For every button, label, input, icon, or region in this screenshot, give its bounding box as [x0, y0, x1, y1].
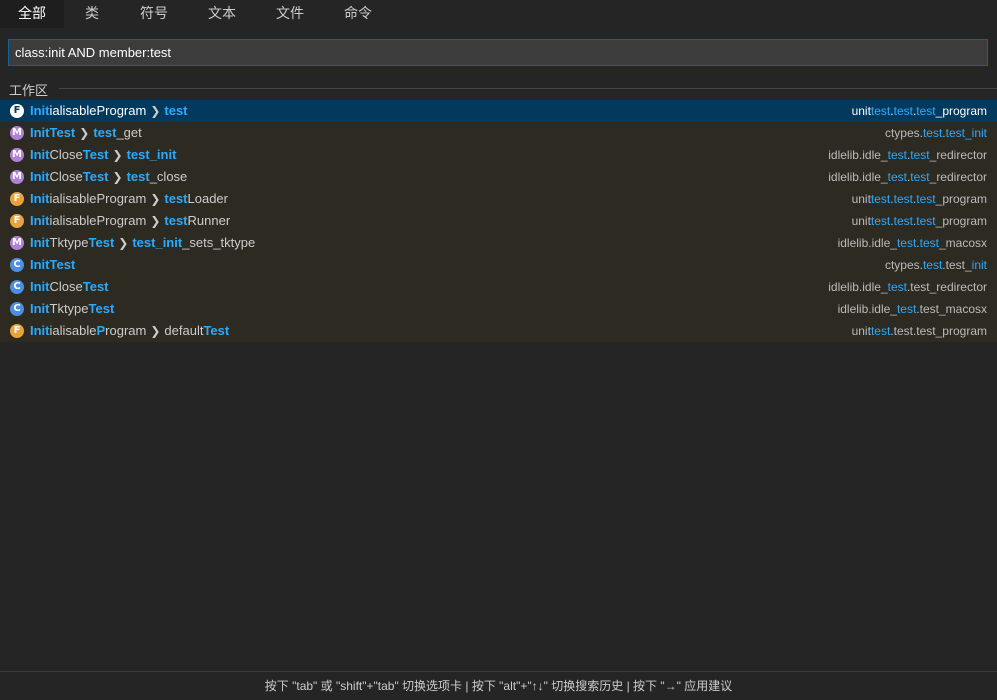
result-row[interactable]: C InitCloseTest idlelib.idle_test.test_red… [0, 276, 997, 298]
result-label: InitTktypeTest ❯ test_init_sets_tktype [30, 235, 256, 250]
function-icon: F [10, 214, 24, 228]
result-module-path: idlelib.idle_test.test_redirector [828, 280, 987, 294]
group-divider [59, 88, 997, 89]
search-input[interactable] [9, 40, 987, 65]
chevron-right-icon: ❯ [79, 126, 90, 140]
result-label: InitialisableProgram ❯ defaultTest [30, 323, 230, 338]
result-label: InitCloseTest [30, 279, 109, 294]
result-row[interactable]: F InitialisableProgram ❯ testLoader unittest… [0, 188, 997, 210]
tab-bar: 全部 类 符号 文本 文件 命令 [0, 0, 997, 28]
chevron-right-icon: ❯ [150, 104, 161, 118]
function-icon: F [10, 324, 24, 338]
result-label: InitCloseTest ❯ test_close [30, 169, 188, 184]
result-label: InitialisableProgram ❯ test [30, 103, 188, 118]
method-icon: M [10, 126, 24, 140]
group-label: 工作区 [9, 80, 57, 99]
results-list: F InitialisableProgram ❯ test unittest.test.… [0, 100, 997, 342]
result-module-path: ctypes.test.test_init [884, 258, 987, 272]
class-icon: C [10, 258, 24, 272]
footer-hint: 按下 "tab" 或 "shift"+"tab" 切换选项卡 | 按下 "alt… [0, 671, 997, 697]
result-row[interactable]: M InitCloseTest ❯ test_init idlelib.idle_tes… [0, 144, 997, 166]
result-row[interactable]: M InitTktypeTest ❯ test_init_sets_tktype idl… [0, 232, 997, 254]
class-icon: C [10, 302, 24, 316]
function-icon: F [10, 192, 24, 206]
result-label: InitialisableProgram ❯ testRunner [30, 213, 231, 228]
result-module-path: idlelib.idle_test.test_macosx [837, 302, 987, 316]
result-module-path: idlelib.idle_test.test_macosx [837, 236, 987, 250]
chevron-right-icon: ❯ [150, 324, 161, 338]
result-row[interactable]: F InitialisableProgram ❯ testRunner unittest… [0, 210, 997, 232]
group-header: 工作区 [9, 80, 997, 99]
tab-symbols[interactable]: 符号 [120, 0, 188, 28]
result-row[interactable]: M InitTest ❯ test_get ctypes.test.test_init [0, 122, 997, 144]
method-icon: M [10, 236, 24, 250]
result-module-path: idlelib.idle_test.test_redirector [828, 148, 987, 162]
method-icon: M [10, 170, 24, 184]
class-icon: C [10, 280, 24, 294]
result-module-path: ctypes.test.test_init [884, 126, 987, 140]
result-row[interactable]: F InitialisableProgram ❯ test unittest.test.… [0, 100, 997, 122]
chevron-right-icon: ❯ [112, 170, 123, 184]
result-label: InitTest ❯ test_get [30, 125, 142, 140]
tab-files[interactable]: 文件 [256, 0, 324, 28]
chevron-right-icon: ❯ [150, 192, 161, 206]
result-label: InitCloseTest ❯ test_init [30, 147, 177, 162]
result-row[interactable]: F InitialisableProgram ❯ defaultTest unittes… [0, 320, 997, 342]
result-row[interactable]: C InitTest ctypes.test.test_init [0, 254, 997, 276]
result-label: InitTest [30, 257, 76, 272]
result-module-path: idlelib.idle_test.test_redirector [828, 170, 987, 184]
result-label: InitTktypeTest [30, 301, 115, 316]
chevron-right-icon: ❯ [118, 236, 129, 250]
result-row[interactable]: M InitCloseTest ❯ test_close idlelib.idle_te… [0, 166, 997, 188]
search-box [8, 39, 988, 66]
result-row[interactable]: C InitTktypeTest idlelib.idle_test.test_ma… [0, 298, 997, 320]
tab-commands[interactable]: 命令 [324, 0, 392, 28]
chevron-right-icon: ❯ [112, 148, 123, 162]
result-module-path: unittest.test.test_program [851, 214, 987, 228]
tab-classes[interactable]: 类 [64, 0, 120, 28]
result-module-path: unittest.test.test_program [851, 104, 987, 118]
tab-text[interactable]: 文本 [188, 0, 256, 28]
chevron-right-icon: ❯ [150, 214, 161, 228]
tab-all[interactable]: 全部 [0, 0, 64, 28]
result-module-path: unittest.test.test_program [851, 192, 987, 206]
function-icon: F [10, 104, 24, 118]
result-module-path: unittest.test.test_program [851, 324, 987, 338]
method-icon: M [10, 148, 24, 162]
result-label: InitialisableProgram ❯ testLoader [30, 191, 228, 206]
